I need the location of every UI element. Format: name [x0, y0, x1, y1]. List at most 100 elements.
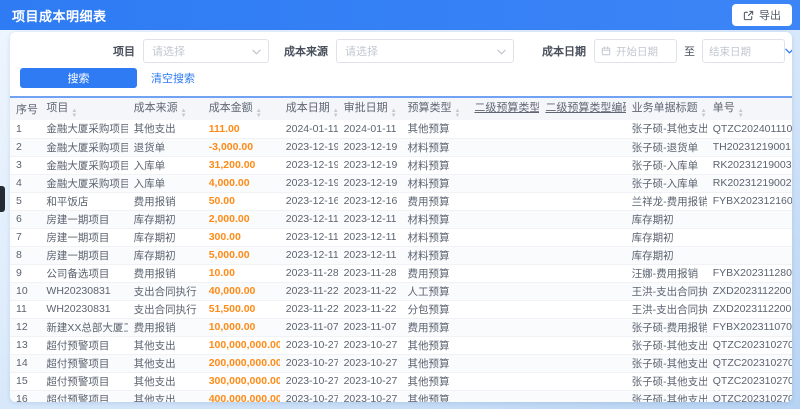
column-header-4[interactable]: 成本日期 ▲ ▼ [279, 98, 338, 120]
cell: 其他预算 [401, 336, 469, 355]
cell: 张子硕-退货单 [625, 138, 707, 157]
sort-icon[interactable]: ▲ ▼ [738, 108, 744, 119]
cell: 库存期初 [625, 246, 707, 265]
table-header-row: 序号 项目 ▲ ▼ 成本来源 ▲ ▼ 成本金额 ▲ ▼ 成本日期 ▲ ▼ 审批日期 ▲ ▼ 预算类型 ▲ ▼ 二级预算… [10, 98, 792, 120]
sort-icon[interactable]: ▲ ▼ [333, 108, 338, 119]
cell: 2024-01-11 [279, 120, 338, 139]
cell: 材料预算 [401, 174, 469, 193]
cell: 其他支出 [127, 120, 203, 139]
cell [706, 246, 792, 265]
cell: 材料预算 [401, 138, 469, 157]
cell: 兰祥龙-费用报销 [625, 192, 707, 211]
cell: 2 [10, 138, 41, 157]
cell: 12 [10, 318, 41, 337]
cell: 费用报销 [127, 192, 203, 211]
cell: 2023-11-28 [337, 264, 402, 283]
column-header-8[interactable]: 二级预算类型编码▲▼ [539, 98, 626, 120]
side-drawer-handle[interactable] [0, 186, 5, 212]
end-date-input[interactable]: 结束日期 [702, 39, 785, 63]
cell: 2023-11-07 [337, 318, 402, 337]
cell [539, 138, 626, 157]
cell: 100,000,000.00 [202, 336, 280, 355]
cell [539, 246, 626, 265]
cell: FYBX20231128001 [706, 264, 792, 283]
column-header-1[interactable]: 项目 ▲ ▼ [40, 98, 128, 120]
cell: 张子硕-入库单 [625, 174, 707, 193]
cell: 11 [10, 300, 41, 319]
start-date-input[interactable]: 开始日期 [594, 39, 677, 63]
cell: 超付预警项目 [40, 372, 128, 391]
cell: 材料预算 [401, 228, 469, 247]
cell [468, 120, 540, 139]
export-button[interactable]: 导出 [732, 4, 792, 26]
cell [539, 336, 626, 355]
clear-search-button[interactable]: 清空搜索 [151, 70, 195, 86]
cell: 400,000,000.00 [202, 390, 280, 402]
cell [468, 156, 540, 175]
cell [539, 228, 626, 247]
chevron-down-icon [785, 48, 792, 54]
action-bar: 搜索 清空搜索 [10, 64, 792, 92]
cell: 2023-11-22 [337, 300, 402, 319]
cost-source-label: 成本来源 [284, 46, 328, 58]
column-header-2[interactable]: 成本来源 ▲ ▼ [127, 98, 203, 120]
sort-icon[interactable]: ▲ ▼ [71, 108, 77, 119]
expand-filter-link[interactable]: 展开筛选 [785, 43, 792, 59]
cell: 其他预算 [401, 372, 469, 391]
filter-cost-date: 成本日期 开始日期 至 结束日期 [542, 39, 785, 63]
cell: 15 [10, 372, 41, 391]
cell: 汪娜-费用报销 [625, 264, 707, 283]
search-button[interactable]: 搜索 [20, 68, 137, 88]
cell: QTZC20240111001 [706, 120, 792, 139]
cell [468, 318, 540, 337]
cell: 房建一期项目 [40, 246, 128, 265]
start-date-placeholder: 开始日期 [616, 45, 658, 58]
cell: 2023-12-11 [337, 210, 402, 229]
sort-icon[interactable]: ▲ ▼ [454, 108, 460, 119]
cell: 库存期初 [625, 210, 707, 229]
table-row: 3 金融大厦采购项目 入库单 31,200.00 2023-12-19 2023-12-1… [10, 156, 792, 175]
cell: 张子硕-其他支出 [625, 120, 707, 139]
cost-date-label: 成本日期 [542, 46, 586, 58]
cell: 2023-11-07 [279, 318, 338, 337]
table-row: 14 超付预警项目 其他支出 200,000,000.00 2023-10-27 2023… [10, 354, 792, 373]
cell: 库存期初 [127, 210, 203, 229]
cell: 2023-10-27 [279, 372, 338, 391]
column-header-7[interactable]: 二级预算类型▲▼ [468, 98, 540, 120]
cell [539, 390, 626, 402]
cell: 材料预算 [401, 156, 469, 175]
sort-icon[interactable]: ▲ ▼ [181, 108, 187, 119]
cell: 2023-12-19 [279, 174, 338, 193]
column-header-5[interactable]: 审批日期 ▲ ▼ [337, 98, 402, 120]
cell: WH20230831 [40, 282, 128, 301]
cell: 4,000.00 [202, 174, 280, 193]
sort-icon[interactable]: ▲ ▼ [701, 108, 707, 119]
project-select[interactable]: 请选择 [143, 39, 269, 63]
cell: 金融大厦采购项目 [40, 174, 128, 193]
cell: 材料预算 [401, 246, 469, 265]
sort-icon[interactable]: ▲ ▼ [391, 108, 397, 119]
cell [539, 318, 626, 337]
cell: 超付预警项目 [40, 336, 128, 355]
column-header-3[interactable]: 成本金额 ▲ ▼ [202, 98, 280, 120]
cell [468, 390, 540, 402]
cost-source-select[interactable]: 请选择 [336, 39, 514, 63]
cell: 2023-10-27 [279, 336, 338, 355]
cell: 支出合同执行 [127, 282, 203, 301]
cell: 其他支出 [127, 390, 203, 402]
column-header-10[interactable]: 单号 ▲ ▼ [706, 98, 792, 120]
column-header-6[interactable]: 预算类型 ▲ ▼ [401, 98, 469, 120]
table-row: 7 房建一期项目 库存期初 300.00 2023-12-11 2023-12-11 材料预… [10, 228, 792, 247]
cell: 2023-12-19 [337, 156, 402, 175]
cell: 超付预警项目 [40, 390, 128, 402]
cell: 新建XX总部大厦工程二期 [40, 318, 128, 337]
content-card: 项目 请选择 成本来源 请选择 成本日期 开始日期 至 结束日期 搜索 清空搜索… [10, 32, 792, 402]
chevron-down-icon [252, 49, 261, 55]
cell: QTZC20231027002 [706, 390, 792, 402]
cell [468, 300, 540, 319]
column-header-9[interactable]: 业务单据标题 ▲ ▼ [625, 98, 707, 120]
sort-icon[interactable]: ▲ ▼ [256, 108, 262, 119]
filter-bar: 项目 请选择 成本来源 请选择 成本日期 开始日期 至 结束日期 [10, 32, 792, 64]
cell: FYBX20231107001 [706, 318, 792, 337]
cell: 其他预算 [401, 354, 469, 373]
